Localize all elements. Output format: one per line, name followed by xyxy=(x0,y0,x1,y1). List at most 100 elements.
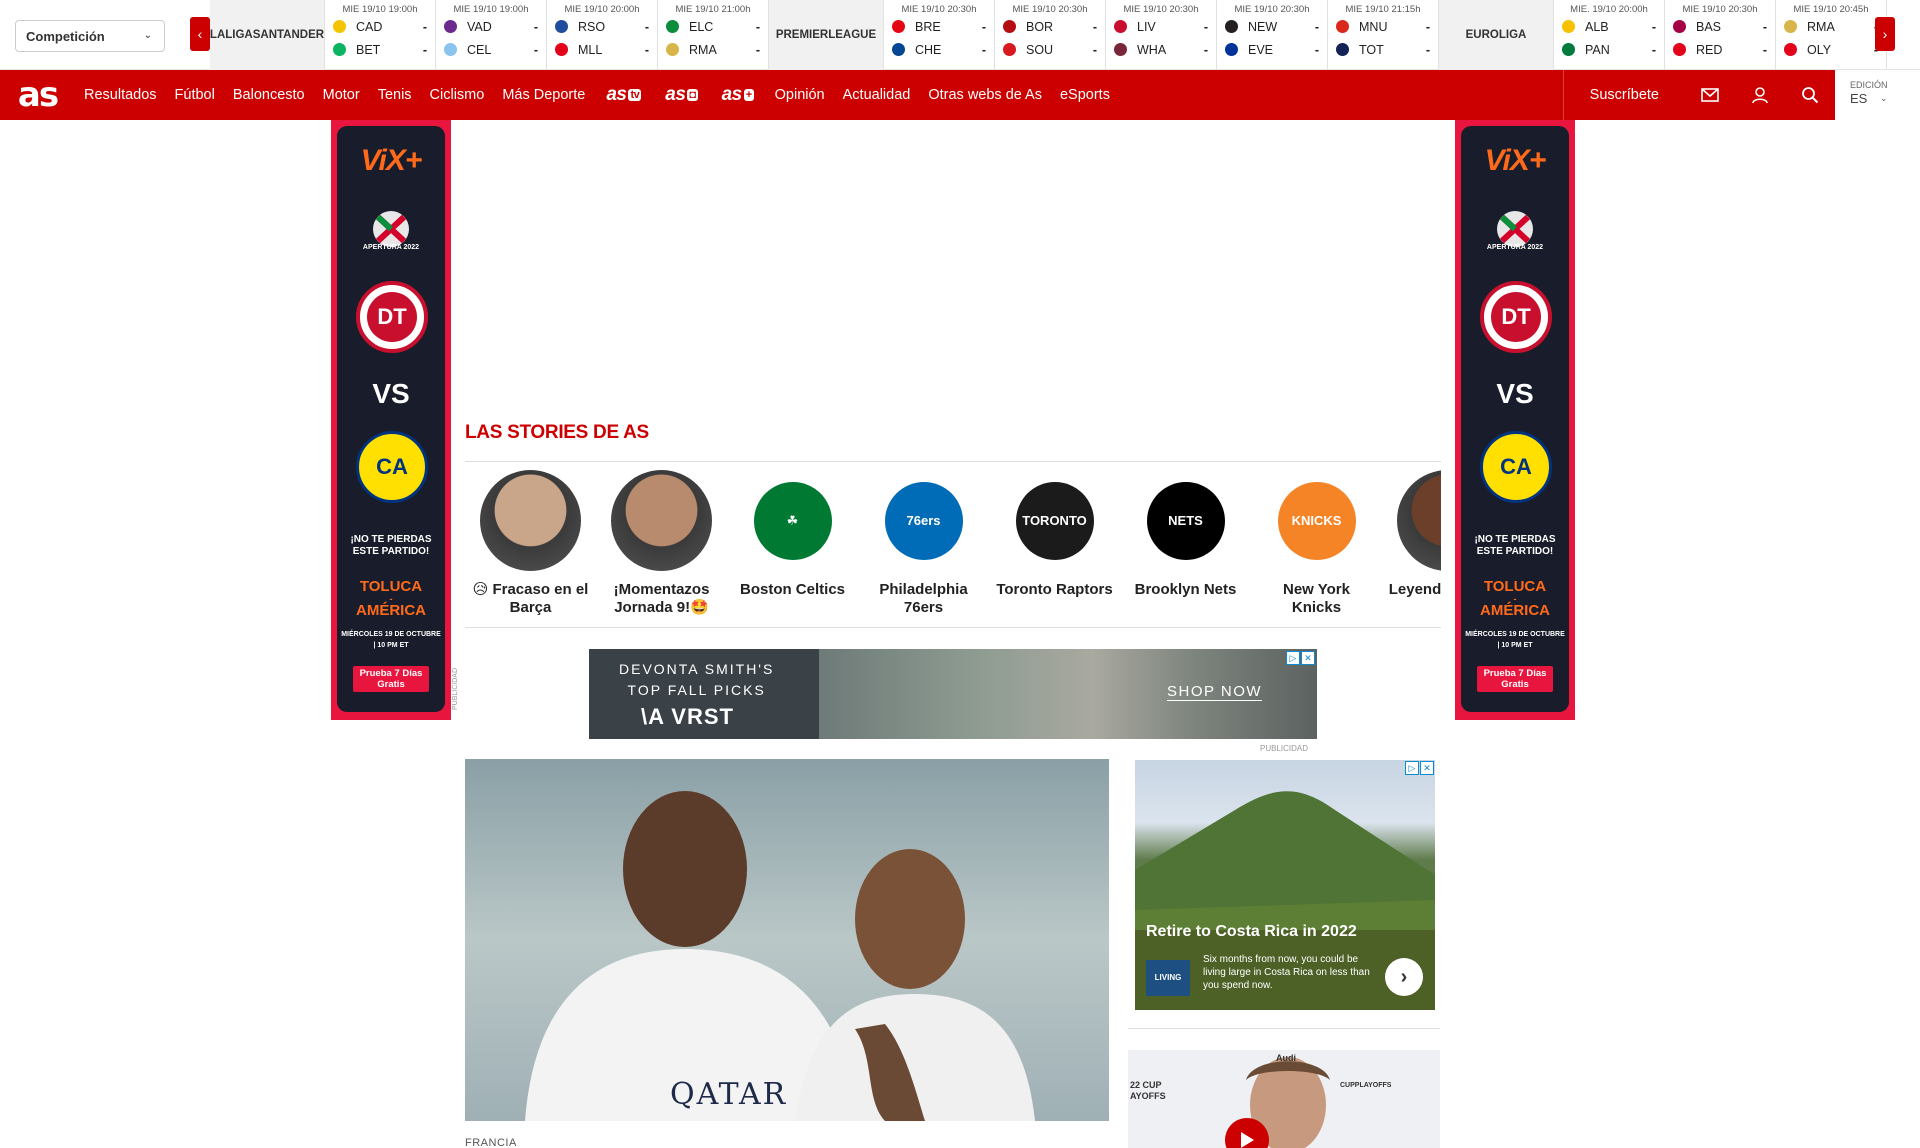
team-crest-icon xyxy=(1003,20,1016,33)
nav-item-mas-deporte[interactable]: Más Deporte xyxy=(493,70,594,120)
side-ad-left[interactable]: ViX+ APERTURA 2022 DT VS CA ¡NO TE PIERD… xyxy=(331,120,451,720)
league-label[interactable]: PREMIER LEAGUE xyxy=(769,0,884,70)
nav-item-motor[interactable]: Motor xyxy=(314,70,369,120)
match-card[interactable]: MIE. 19/10 20:00h ALB - PAN - xyxy=(1554,0,1665,70)
match-card[interactable]: MIE 19/10 20:30h LIV - WHA - xyxy=(1106,0,1217,70)
vrst-logo: \A VRST xyxy=(641,704,734,729)
team-name: BRE xyxy=(915,19,941,34)
match-time: MIE 19/10 20:30h xyxy=(1012,4,1088,15)
story-item[interactable]: NETS Brooklyn Nets xyxy=(1120,470,1251,620)
team-row: BOR - xyxy=(995,15,1105,38)
nav-item-ciclismo[interactable]: Ciclismo xyxy=(421,70,494,120)
match-card[interactable]: MIE 19/10 20:30h BRE - CHE - xyxy=(884,0,995,70)
story-item[interactable]: 76ers Philadelphia 76ers xyxy=(858,470,989,620)
as-tv-logo[interactable]: as tv xyxy=(594,70,653,120)
as-logo[interactable]: as xyxy=(0,70,75,120)
ad-label-vertical: PUBLICIDAD xyxy=(452,668,459,711)
ad-teams: TOLUCA - AMÉRICA xyxy=(337,578,445,621)
team-crest-icon xyxy=(555,20,568,33)
nav-item-baloncesto[interactable]: Baloncesto xyxy=(224,70,314,120)
as-plus-badge: + xyxy=(743,89,754,101)
match-time: MIE 19/10 20:30h xyxy=(901,4,977,15)
team-logo-icon: 76ers xyxy=(873,470,974,571)
as-photo-logo[interactable]: as ◘ xyxy=(653,70,709,120)
story-item[interactable]: ¡Momentazos Jornada 9!🤩 xyxy=(596,470,727,620)
match-time: MIE 19/10 21:00h xyxy=(675,4,751,15)
team-name: RMA xyxy=(689,42,717,57)
match-card[interactable]: MIE 19/10 20:00h RSO - MLL - xyxy=(547,0,658,70)
video-player[interactable]: Audi CUPPLAYOFFS 22 CUP AYOFFS xyxy=(1128,1050,1440,1148)
adchoices-icon[interactable]: ▷ xyxy=(1405,761,1419,775)
match-card[interactable]: MIE 19/10 20:30h NEW - EVE - xyxy=(1217,0,1328,70)
match-card[interactable]: MIE 19/10 21:15h MNU - TOT - xyxy=(1328,0,1439,70)
nav-item-resultados[interactable]: Resultados xyxy=(75,70,166,120)
team-score: - xyxy=(1651,42,1656,57)
team-score: - xyxy=(644,42,649,57)
ad-headline-1: ¡NO TE PIERDAS xyxy=(1474,534,1556,545)
match-card[interactable]: MIE 19/10 20:30h BAS - RED - xyxy=(1665,0,1776,70)
adchoices-icon[interactable]: ▷ xyxy=(1286,651,1300,665)
divider xyxy=(465,461,1441,462)
match-time: MIE 19/10 19:00h xyxy=(453,4,529,15)
chevron-right-icon[interactable]: › xyxy=(1385,958,1423,996)
team-row: CHE - xyxy=(884,38,994,61)
ad-cta-button[interactable]: Prueba 7 Días Gratis xyxy=(353,666,429,692)
video-brand-audi: Audi xyxy=(1276,1053,1296,1063)
team-row: BET - xyxy=(325,38,435,61)
story-item[interactable]: TORONTO Toronto Raptors xyxy=(989,470,1120,620)
team-name: BAS xyxy=(1696,19,1722,34)
story-item[interactable]: 😥 Fracaso en el Barça xyxy=(465,470,596,620)
ad-cta-button[interactable]: Prueba 7 Días Gratis xyxy=(1477,666,1553,692)
nav-item-futbol[interactable]: Fútbol xyxy=(166,70,224,120)
story-item[interactable]: KNICKS New York Knicks xyxy=(1251,470,1382,620)
ad-date: MIÉRCOLES 19 DE OCTUBRE | 10 PM ET xyxy=(1461,629,1569,651)
user-icon[interactable] xyxy=(1735,70,1785,120)
costa-rica-ad[interactable]: Retire to Costa Rica in 2022 LIVING Six … xyxy=(1135,760,1435,1010)
team-row: RMA - xyxy=(658,38,768,61)
story-item[interactable]: ☘ Boston Celtics xyxy=(727,470,858,620)
nav-item-actualidad[interactable]: Actualidad xyxy=(834,70,920,120)
vix-logo: ViX+ xyxy=(1484,144,1547,177)
ad-date-day: MIÉRCOLES 19 DE OCTUBRE xyxy=(341,631,441,638)
match-card[interactable]: MIE 19/10 20:30h BOR - SOU - xyxy=(995,0,1106,70)
as-plus-logo[interactable]: as + xyxy=(710,70,766,120)
scores-next-button[interactable]: › xyxy=(1875,17,1895,51)
team-name: NEW xyxy=(1248,19,1278,34)
team-logo-icon: KNICKS xyxy=(1266,470,1367,571)
close-icon[interactable]: ✕ xyxy=(1420,761,1434,775)
nav-item-tenis[interactable]: Tenis xyxy=(369,70,421,120)
close-icon[interactable]: ✕ xyxy=(1301,651,1315,665)
ad-date: MIÉRCOLES 19 DE OCTUBRE | 10 PM ET xyxy=(337,629,445,651)
article-section-label[interactable]: FRANCIA xyxy=(465,1137,517,1148)
nav-item-opinion[interactable]: Opinión xyxy=(766,70,834,120)
nav-item-esports[interactable]: eSports xyxy=(1051,70,1119,120)
match-card[interactable]: MIE 19/10 19:00h VAD - CEL - xyxy=(436,0,547,70)
league-label[interactable]: LALIGA SANTANDER xyxy=(210,0,325,70)
scores-prev-button[interactable]: ‹ xyxy=(190,17,210,51)
side-ad-right[interactable]: ViX+ APERTURA 2022 DT VS CA ¡NO TE PIERD… xyxy=(1455,120,1575,720)
story-item[interactable]: Leyend mate a L xyxy=(1382,470,1441,620)
subscribe-link[interactable]: Suscríbete xyxy=(1562,70,1685,120)
league-label[interactable]: EUROLIGA xyxy=(1439,0,1554,70)
team-name: OLY xyxy=(1807,42,1832,57)
main-article-image[interactable]: QATAR xyxy=(465,759,1109,1121)
edition-label: EDICIÓN xyxy=(1850,80,1888,90)
team-crest-icon xyxy=(1673,20,1686,33)
team-name: BET xyxy=(356,42,381,57)
match-card[interactable]: MIE 19/10 21:00h ELC - RMA - xyxy=(658,0,769,70)
team-row: WHA - xyxy=(1106,38,1216,61)
mail-icon[interactable] xyxy=(1685,70,1735,120)
nav-item-otras-webs[interactable]: Otras webs de As xyxy=(919,70,1051,120)
team-crest-icon xyxy=(1225,20,1238,33)
team-crest-icon xyxy=(892,20,905,33)
competition-select[interactable]: Competición ⌄ xyxy=(15,20,165,52)
match-card[interactable]: MIE 19/10 20:45hRMA-OLY- xyxy=(1776,0,1887,70)
as-photo-text: as xyxy=(665,84,686,105)
team-crest-icon xyxy=(333,43,346,56)
match-card[interactable]: MIE 19/10 19:00h CAD - BET - xyxy=(325,0,436,70)
team-name: RED xyxy=(1696,42,1723,57)
search-icon[interactable] xyxy=(1785,70,1835,120)
banner-ad[interactable]: DEVONTA SMITH'S TOP FALL PICKS \A VRST S… xyxy=(589,649,1317,739)
shop-now-button[interactable]: SHOP NOW xyxy=(1167,683,1263,701)
edition-selector[interactable]: EDICIÓN ES ⌄ xyxy=(1850,80,1888,106)
